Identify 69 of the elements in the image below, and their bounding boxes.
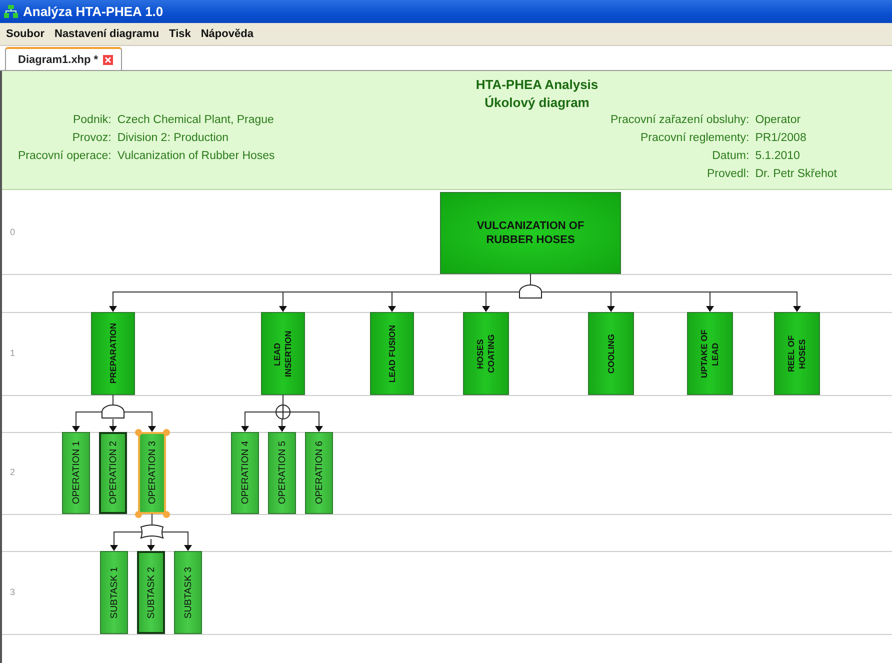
level-number: 0: [10, 227, 16, 237]
node-label: LEAD INSERTION: [272, 329, 294, 379]
field-label: Pracovní zařazení obsluhy:: [610, 113, 750, 128]
field-label: Pracovní operace:: [18, 149, 112, 164]
field-label: Provoz:: [71, 131, 112, 146]
xor-gate-icon: [276, 404, 290, 420]
menu-item[interactable]: Nápověda: [200, 28, 254, 40]
level-number: 3: [10, 586, 16, 596]
report-title: HTA-PHEA Analysis: [474, 76, 600, 94]
field-value: Operator: [755, 113, 802, 128]
resize-handle[interactable]: [162, 428, 170, 436]
field-value: PR1/2008: [755, 131, 808, 146]
node-label: SUBTASK 2: [146, 566, 156, 618]
field-label: Podnik:: [72, 113, 112, 128]
field-value: Division 2: Production: [117, 131, 230, 146]
task-node[interactable]: OPERATION 4: [231, 432, 259, 514]
task-node[interactable]: SUBTASK 2: [137, 551, 165, 634]
task-node[interactable]: OPERATION 6: [305, 432, 333, 514]
or-gate-icon: [140, 524, 164, 538]
field-value: Czech Chemical Plant, Prague: [117, 113, 275, 128]
field-label: Datum:: [711, 149, 750, 164]
field-label: Provedl:: [706, 167, 750, 182]
report-subtitle: Úkolový diagram: [484, 94, 590, 112]
menu-item[interactable]: Tisk: [169, 28, 191, 40]
node-label: OPERATION 4: [240, 441, 250, 505]
node-label: PREPARATION: [108, 323, 118, 384]
node-label: OPERATION 5: [276, 441, 288, 505]
task-node[interactable]: SUBTASK 3: [174, 551, 202, 634]
task-node[interactable]: VULCANIZATION OF RUBBER HOSES: [440, 192, 621, 274]
task-node[interactable]: PREPARATION: [91, 312, 135, 395]
node-label: OPERATION 6: [314, 441, 324, 505]
task-node[interactable]: LEAD FUSION: [370, 312, 414, 395]
node-label: COOLING: [606, 334, 616, 374]
node-label: LEAD FUSION: [386, 324, 398, 382]
node-label: VULCANIZATION OF RUBBER HOSES: [476, 219, 586, 247]
field-value: 5.1.2010: [755, 149, 801, 164]
task-node[interactable]: SUBTASK 1: [100, 551, 128, 634]
task-node[interactable]: OPERATION 3: [138, 432, 166, 514]
task-node[interactable]: OPERATION 1: [62, 432, 90, 514]
task-node[interactable]: OPERATION 5: [268, 432, 296, 514]
document-tab[interactable]: Diagram1.xhp *: [5, 47, 122, 70]
close-icon[interactable]: [103, 54, 114, 64]
app-icon: [4, 5, 18, 18]
window-title: Analýza HTA-PHEA 1.0: [23, 4, 164, 19]
node-label: OPERATION 2: [108, 441, 118, 505]
field-value: Dr. Petr Skřehot: [755, 167, 837, 182]
node-label: SUBTASK 3: [182, 566, 194, 618]
field-value: Vulcanization of Rubber Hoses: [117, 149, 275, 164]
node-label: OPERATION 3: [146, 441, 158, 505]
task-node[interactable]: OPERATION 2: [99, 432, 127, 514]
node-label: HOSES COATING: [475, 333, 497, 375]
task-node[interactable]: UPTAKE OF LEAD: [687, 312, 733, 395]
and-gate-icon: [519, 284, 542, 298]
node-label: REEL OF HOSES: [786, 334, 808, 374]
level-number: 1: [10, 348, 16, 358]
resize-handle[interactable]: [134, 428, 142, 436]
task-node[interactable]: LEAD INSERTION: [261, 312, 305, 395]
menu-item[interactable]: Soubor: [6, 28, 44, 40]
menu-item[interactable]: Nastavení diagramu: [54, 28, 160, 40]
resize-handle[interactable]: [134, 510, 142, 518]
task-node[interactable]: COOLING: [588, 312, 634, 395]
level-number: 2: [10, 467, 16, 477]
node-label: OPERATION 1: [70, 441, 82, 505]
task-node[interactable]: REEL OF HOSES: [774, 312, 820, 395]
task-node[interactable]: HOSES COATING: [463, 312, 509, 395]
and-gate-icon: [102, 404, 124, 418]
field-label: Pracovní reglementy:: [640, 131, 750, 146]
node-label: SUBTASK 1: [108, 566, 120, 618]
node-label: UPTAKE OF LEAD: [699, 328, 721, 380]
